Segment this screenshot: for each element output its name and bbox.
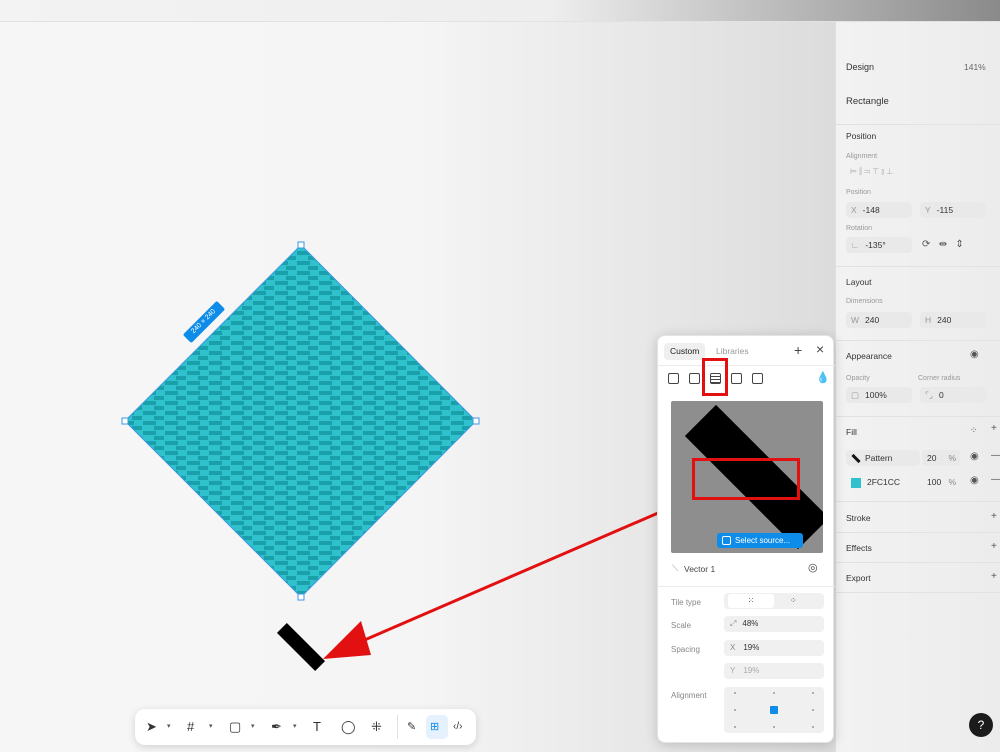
brick-tile-icon: ⁘ — [790, 596, 797, 605]
gradient-fill-icon[interactable] — [689, 373, 700, 384]
bottom-toolbar: ➤ ▾ # ▾ ▢ ▾ ✒ ▾ T ◯ ⁜ ✎ ⊞ ‹/› — [135, 709, 476, 745]
rotation-field[interactable]: ∟ -135° — [846, 237, 912, 253]
spacing-x-field[interactable]: X 19% — [724, 640, 824, 656]
opacity-label: Opacity — [846, 375, 870, 382]
annotation-arrow — [323, 495, 696, 659]
text-tool-icon[interactable]: T — [313, 719, 321, 735]
y-field[interactable]: Y -115 — [920, 202, 986, 218]
section-fill: Fill — [846, 427, 857, 437]
image-fill-icon[interactable] — [731, 373, 742, 384]
alignment-label: Alignment — [846, 153, 878, 160]
height-field[interactable]: H 240 — [920, 312, 986, 328]
annotation-highlight-pattern-icon — [702, 358, 728, 396]
remove-fill-icon[interactable]: — — [991, 450, 1000, 461]
align-icons[interactable]: ⊨ ⫿ ⫤ ⊤ ⫾ ⊥ — [850, 167, 893, 177]
top-bar — [0, 0, 1000, 50]
position-label: Position — [846, 189, 871, 196]
grid-tile-icon: ⁙ — [728, 594, 774, 608]
fill-pattern-row[interactable]: Pattern — [846, 450, 920, 466]
zoom-level[interactable]: 141% — [964, 62, 986, 72]
pattern-swatch-icon — [851, 454, 861, 464]
add-stroke-icon[interactable]: + — [991, 511, 997, 522]
design-panel: Design 141% Rectangle Position Alignment… — [835, 22, 1000, 752]
chevron-down-icon[interactable]: ▾ — [293, 722, 297, 730]
actions-tool-icon[interactable]: ⁜ — [371, 719, 382, 735]
pen-tool-icon[interactable]: ✒ — [271, 719, 282, 735]
tile-type-toggle[interactable]: ⁙ ⁘ — [724, 593, 824, 609]
source-name: Vector 1 — [684, 564, 716, 574]
add-fill-icon[interactable]: + — [991, 423, 997, 434]
selection-handle[interactable] — [472, 417, 480, 425]
selection-handle[interactable] — [297, 241, 305, 249]
section-position: Position — [846, 131, 877, 141]
rotation-label: Rotation — [846, 225, 873, 232]
close-icon[interactable]: × — [816, 341, 824, 357]
section-stroke[interactable]: Stroke — [846, 513, 871, 523]
remove-fill-icon[interactable]: — — [991, 474, 1000, 485]
color-swatch — [851, 477, 861, 488]
add-icon[interactable]: + — [794, 342, 802, 358]
scale-label: Scale — [671, 621, 692, 630]
corner-radius-label: Corner radius — [918, 375, 961, 382]
selection-handle[interactable] — [121, 417, 129, 425]
move-tool-icon[interactable]: ➤ — [146, 719, 157, 735]
pattern-fill-popover: Custom Libraries + × 💧 Select source... … — [657, 335, 835, 743]
annotation-highlight-select-source — [692, 458, 800, 500]
styles-grid-icon[interactable]: ⁘ — [970, 425, 978, 436]
help-button[interactable]: ? — [969, 713, 993, 737]
add-export-icon[interactable]: + — [991, 571, 997, 582]
blend-drop-icon[interactable]: 💧 — [816, 371, 830, 384]
section-effects[interactable]: Effects — [846, 543, 872, 553]
select-source-icon — [722, 536, 731, 545]
width-field[interactable]: W 240 — [846, 312, 912, 328]
vector-icon: ⟍ — [672, 563, 679, 573]
tile-type-label: Tile type — [671, 598, 701, 607]
chevron-down-icon[interactable]: ▾ — [167, 722, 171, 730]
flip-icons[interactable]: ⟳ ⇹ ⇕ — [922, 239, 964, 250]
alignment-label: Alignment — [671, 691, 707, 700]
section-appearance: Appearance — [846, 351, 892, 361]
x-field[interactable]: X -148 — [846, 202, 912, 218]
spacing-label: Spacing — [671, 645, 700, 654]
frame-tool-icon[interactable]: # — [187, 719, 194, 735]
video-fill-icon[interactable] — [752, 373, 763, 384]
dev-mode-icon[interactable]: ‹/› — [453, 719, 462, 735]
tab-design[interactable]: Design — [846, 62, 874, 72]
add-effect-icon[interactable]: + — [991, 541, 997, 552]
fill-color-row[interactable]: 2FC1CC — [846, 474, 920, 490]
spacing-y-field[interactable]: Y 19% — [724, 663, 824, 679]
section-layout: Layout — [846, 277, 872, 287]
fill-eye-icon[interactable]: ◉ — [970, 451, 979, 462]
visibility-eye-icon[interactable]: ◉ — [970, 349, 979, 360]
design-mode-icon[interactable]: ⊞ — [430, 719, 439, 735]
scale-field[interactable]: ⤢ 48% — [724, 616, 824, 632]
section-export[interactable]: Export — [846, 573, 871, 583]
alignment-grid[interactable] — [724, 687, 824, 733]
chevron-down-icon[interactable]: ▾ — [209, 722, 213, 730]
chevron-down-icon[interactable]: ▾ — [251, 722, 255, 730]
fill-color-opacity[interactable]: 100% — [922, 474, 960, 490]
dimensions-label: Dimensions — [846, 298, 883, 305]
selection-handle[interactable] — [297, 593, 305, 601]
fill-pattern-opacity[interactable]: 20% — [922, 450, 960, 466]
select-source-button[interactable]: Select source... — [717, 533, 803, 548]
tab-custom[interactable]: Custom — [664, 343, 706, 360]
solid-fill-icon[interactable] — [668, 373, 679, 384]
rectangle-tool-icon[interactable]: ▢ — [229, 719, 241, 735]
draw-mode-icon[interactable]: ✎ — [407, 719, 416, 735]
comment-tool-icon[interactable]: ◯ — [341, 719, 356, 735]
target-icon[interactable]: ◎ — [808, 561, 818, 574]
corner-radius-field[interactable]: ⌜⌟ 0 — [920, 387, 986, 403]
layer-name: Rectangle — [846, 96, 889, 107]
fill-eye-icon[interactable]: ◉ — [970, 475, 979, 486]
opacity-field[interactable]: ▢ 100% — [846, 387, 912, 403]
